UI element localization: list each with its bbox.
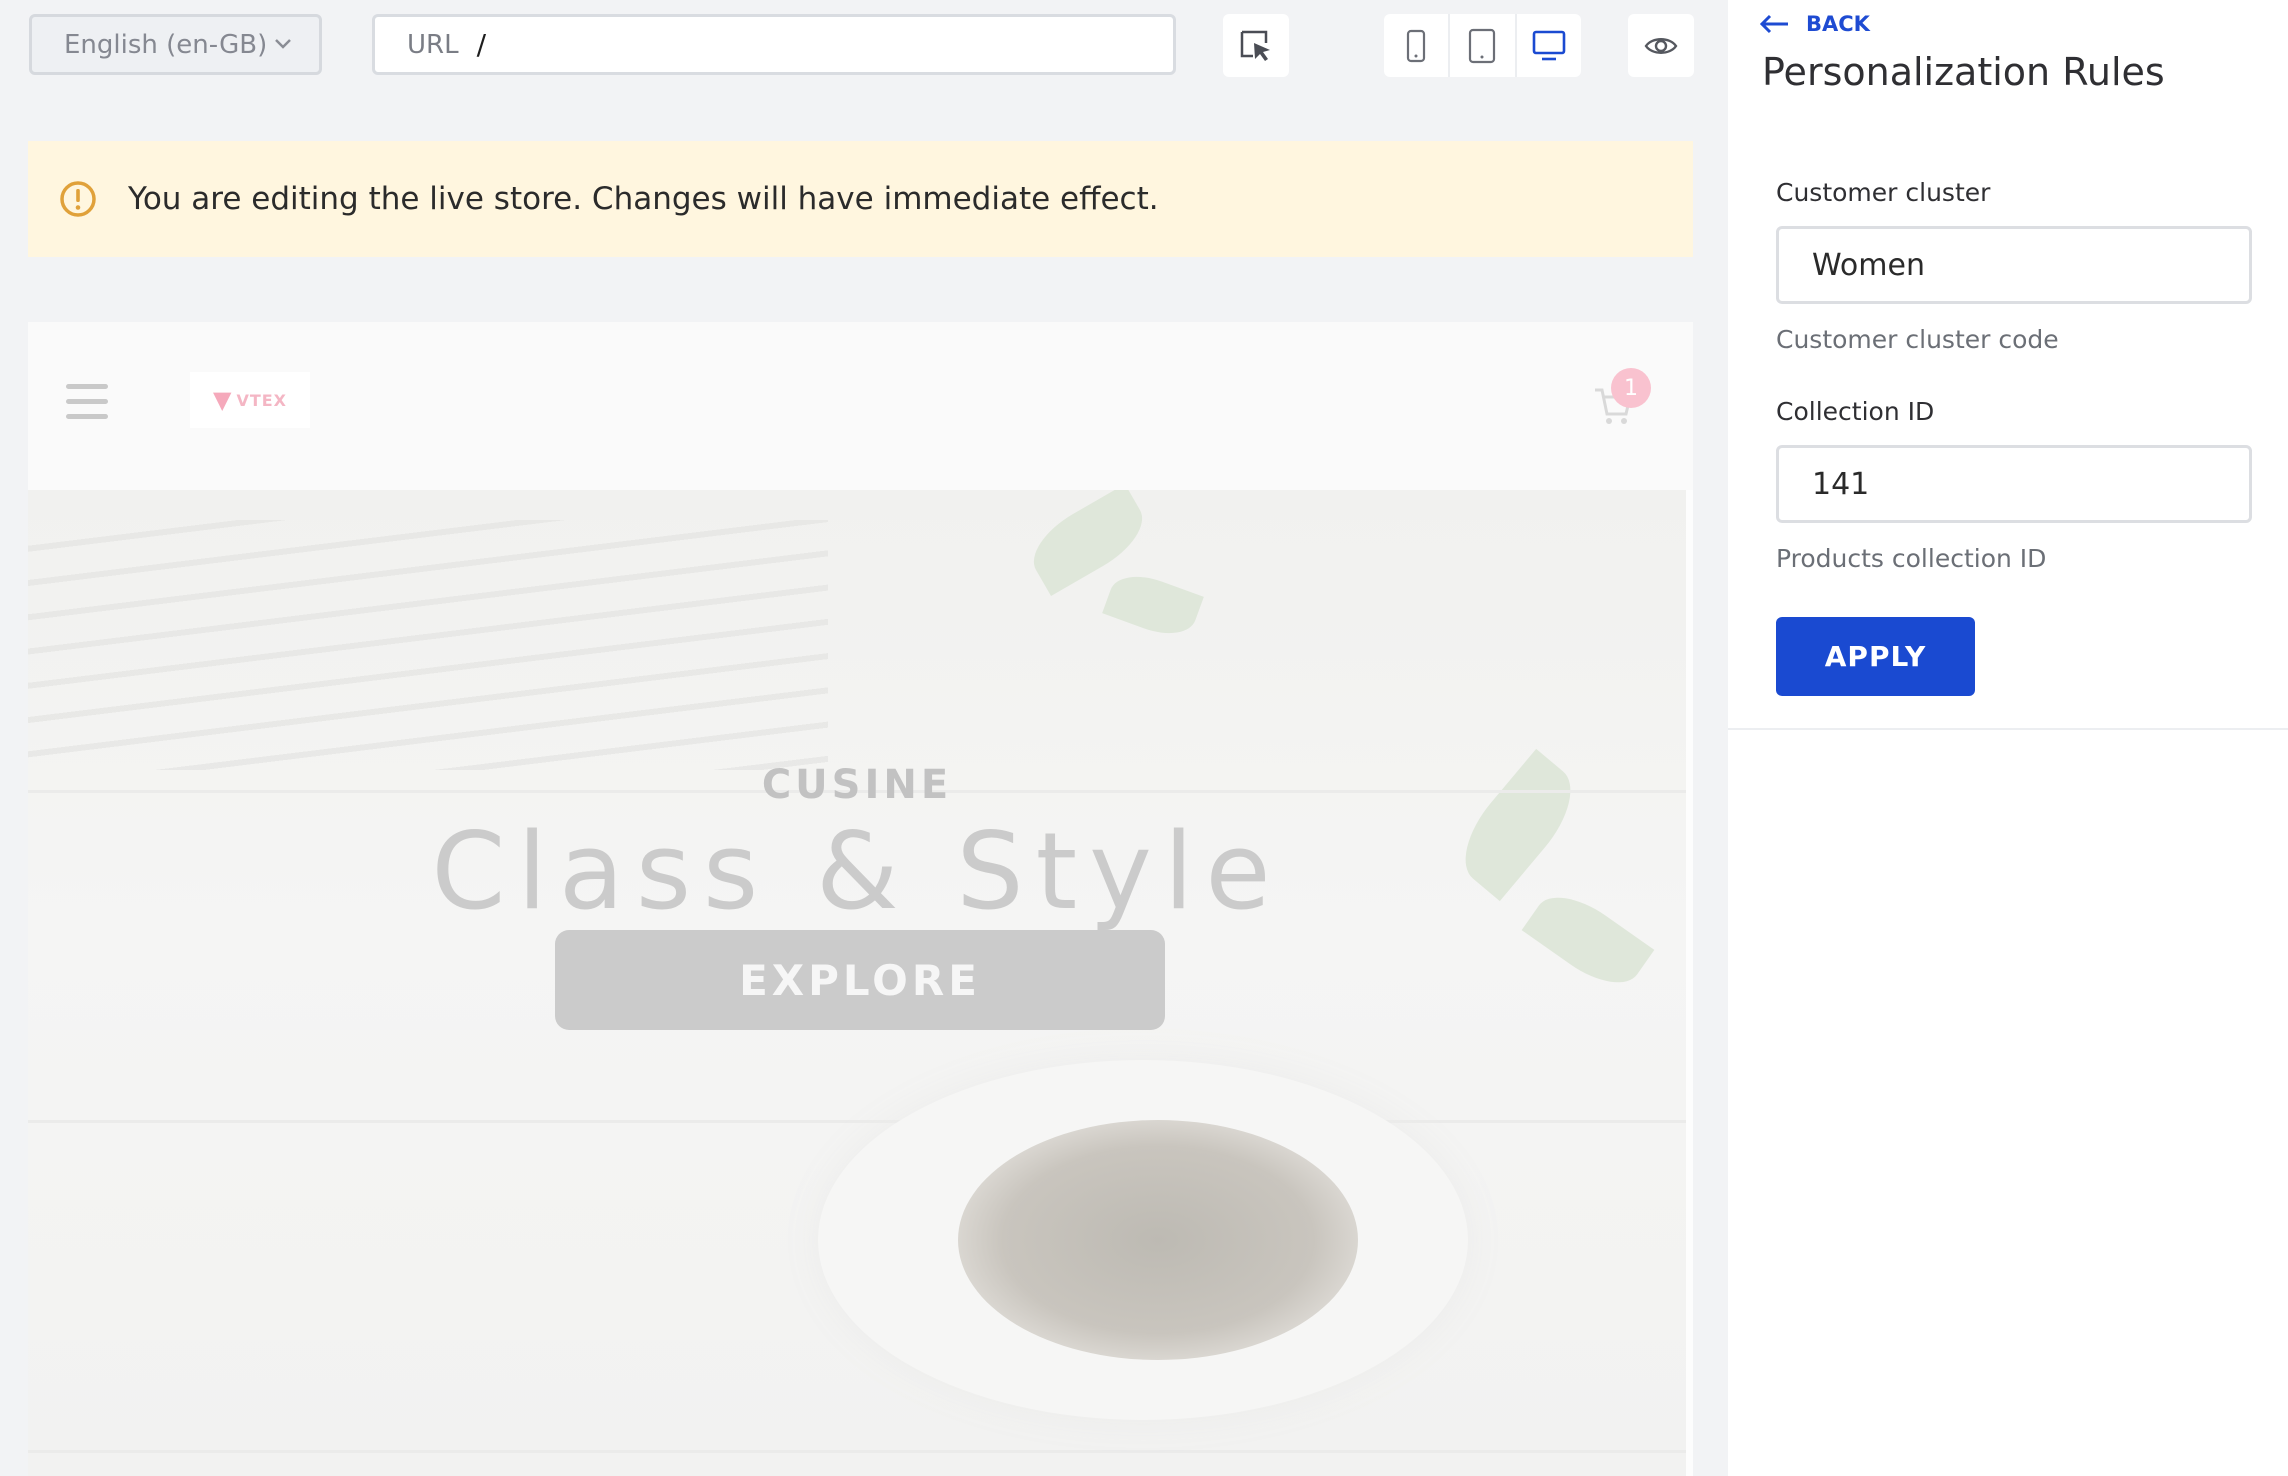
collection-id-input[interactable] xyxy=(1776,445,2252,523)
url-label: URL xyxy=(407,29,459,60)
store-preview[interactable]: ▼ VTEX 1 CUSINE Class & Style EXPLORE xyxy=(28,322,1693,1476)
warning-icon xyxy=(60,181,96,217)
hero-kicker: CUSINE xyxy=(761,762,953,808)
logo-text: VTEX xyxy=(236,390,288,410)
locale-value: English (en-GB) xyxy=(64,29,268,60)
customer-cluster-helper: Customer cluster code xyxy=(1776,325,2059,354)
url-value: / xyxy=(476,28,487,61)
hero-wood-line xyxy=(28,1450,1686,1453)
hero-title: Class & Style xyxy=(431,810,1283,933)
warning-message: You are editing the live store. Changes … xyxy=(128,181,1159,217)
eye-icon xyxy=(1644,37,1678,54)
preview-button[interactable] xyxy=(1628,14,1694,77)
cart-count-badge: 1 xyxy=(1611,368,1651,408)
device-desktop-button[interactable] xyxy=(1514,14,1581,77)
back-label: BACK xyxy=(1806,12,1870,36)
mobile-icon xyxy=(1407,29,1426,62)
hero-background-cloth xyxy=(28,520,828,770)
page-title: Personalization Rules xyxy=(1762,50,2165,94)
collection-id-helper: Products collection ID xyxy=(1776,544,2047,573)
device-switcher xyxy=(1384,14,1581,77)
vtex-logo-icon: ▼ xyxy=(212,386,233,414)
hero-wood-line xyxy=(28,1120,1686,1123)
store-logo[interactable]: ▼ VTEX xyxy=(190,372,310,428)
locale-select[interactable]: English (en-GB) xyxy=(29,14,322,75)
device-mobile-button[interactable] xyxy=(1384,14,1448,77)
sidebar-divider xyxy=(1728,728,2288,730)
hero-seeds xyxy=(958,1120,1358,1360)
device-tablet-button[interactable] xyxy=(1448,14,1514,77)
personalization-sidebar: BACK Personalization Rules Customer clus… xyxy=(1728,0,2288,1476)
apply-button[interactable]: APPLY xyxy=(1776,617,1975,696)
url-input[interactable]: URL / xyxy=(372,14,1176,75)
cursor-select-icon xyxy=(1240,30,1270,61)
customer-cluster-input[interactable] xyxy=(1776,226,2252,304)
arrow-left-icon xyxy=(1759,14,1788,34)
editor-area: English (en-GB) URL / You are editing th… xyxy=(0,0,1728,1476)
menu-icon[interactable] xyxy=(66,384,108,420)
store-header: ▼ VTEX 1 xyxy=(28,322,1693,490)
hero-leaf-decoration xyxy=(1102,566,1204,644)
select-element-button[interactable] xyxy=(1223,14,1289,77)
chevron-down-icon xyxy=(275,39,291,49)
hero-explore-button[interactable]: EXPLORE xyxy=(555,930,1165,1030)
collection-id-label: Collection ID xyxy=(1776,397,1935,426)
customer-cluster-label: Customer cluster xyxy=(1776,178,1991,207)
editor-toolbar: English (en-GB) URL / xyxy=(0,0,1728,90)
hero-banner: CUSINE Class & Style EXPLORE xyxy=(28,490,1686,1476)
desktop-icon xyxy=(1532,30,1566,60)
live-store-warning: You are editing the live store. Changes … xyxy=(28,141,1693,257)
back-button[interactable]: BACK xyxy=(1758,10,1870,38)
tablet-icon xyxy=(1469,28,1496,63)
